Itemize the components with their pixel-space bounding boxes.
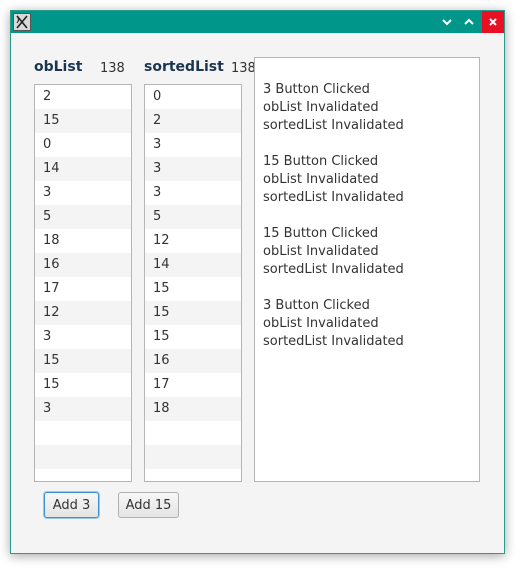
- log-line: sortedList Invalidated: [263, 262, 404, 277]
- list-item[interactable]: 3: [145, 157, 241, 181]
- minimize-button[interactable]: [436, 11, 458, 33]
- log-line: obList Invalidated: [263, 244, 379, 259]
- log-line: 15 Button Clicked: [263, 154, 379, 169]
- list-item[interactable]: 3: [145, 181, 241, 205]
- list-item[interactable]: 18: [145, 397, 241, 421]
- list-item[interactable]: 15: [145, 277, 241, 301]
- list-item[interactable]: 12: [145, 229, 241, 253]
- list-item[interactable]: [35, 421, 131, 445]
- list-item[interactable]: 5: [35, 205, 131, 229]
- log-line: sortedList Invalidated: [263, 118, 404, 133]
- list-item[interactable]: 17: [35, 277, 131, 301]
- log-line: sortedList Invalidated: [263, 334, 404, 349]
- list-item[interactable]: 16: [35, 253, 131, 277]
- oblist-label: obList: [34, 59, 83, 75]
- close-button[interactable]: [482, 11, 504, 33]
- list-item[interactable]: 12: [35, 301, 131, 325]
- list-item[interactable]: 14: [145, 253, 241, 277]
- list-item[interactable]: 2: [145, 109, 241, 133]
- list-item[interactable]: [145, 445, 241, 469]
- sortedlist-label: sortedList: [144, 59, 224, 75]
- add-15-button[interactable]: Add 15: [118, 492, 179, 518]
- list-item[interactable]: 5: [145, 205, 241, 229]
- list-item[interactable]: [145, 421, 241, 445]
- chevron-down-icon: [442, 19, 452, 26]
- close-icon: [489, 18, 497, 26]
- app-window: obList 138 sortedList 138 2 15 0 14 3 5 18 16 17…: [10, 10, 505, 554]
- log-line: obList Invalidated: [263, 100, 379, 115]
- list-item[interactable]: 15: [35, 373, 131, 397]
- list-item[interactable]: 15: [145, 325, 241, 349]
- list-item[interactable]: 0: [35, 133, 131, 157]
- list-item[interactable]: 18: [35, 229, 131, 253]
- oblist-listview[interactable]: 2 15 0 14 3 5 18 16 17 12 3 15 15 3: [34, 84, 132, 482]
- list-item[interactable]: 3: [35, 397, 131, 421]
- list-item[interactable]: 3: [35, 181, 131, 205]
- sortedlist-count: 138: [231, 61, 256, 76]
- app-icon[interactable]: [13, 13, 31, 31]
- log-line: obList Invalidated: [263, 172, 379, 187]
- add-3-button[interactable]: Add 3: [44, 492, 99, 518]
- log-line: sortedList Invalidated: [263, 190, 404, 205]
- list-item[interactable]: [35, 445, 131, 469]
- list-item[interactable]: 15: [35, 349, 131, 373]
- list-item[interactable]: 15: [145, 301, 241, 325]
- list-item[interactable]: 3: [35, 325, 131, 349]
- log-line: obList Invalidated: [263, 316, 379, 331]
- oblist-count: 138: [100, 61, 125, 76]
- list-item[interactable]: 15: [35, 109, 131, 133]
- sortedlist-listview[interactable]: 0 2 3 3 3 5 12 14 15 15 15 16 17 18: [144, 84, 242, 482]
- list-item[interactable]: 2: [35, 85, 131, 109]
- maximize-button[interactable]: [458, 11, 480, 33]
- event-log-textarea[interactable]: 3 Button Clicked obList Invalidated sorted…: [254, 57, 480, 482]
- list-item[interactable]: 14: [35, 157, 131, 181]
- list-item[interactable]: 3: [145, 133, 241, 157]
- list-item[interactable]: 17: [145, 373, 241, 397]
- log-line: 3 Button Clicked: [263, 82, 370, 97]
- list-item[interactable]: 16: [145, 349, 241, 373]
- log-line: 3 Button Clicked: [263, 298, 370, 313]
- chevron-up-icon: [464, 18, 474, 25]
- list-item[interactable]: 0: [145, 85, 241, 109]
- title-bar[interactable]: [11, 11, 504, 33]
- log-line: 15 Button Clicked: [263, 226, 379, 241]
